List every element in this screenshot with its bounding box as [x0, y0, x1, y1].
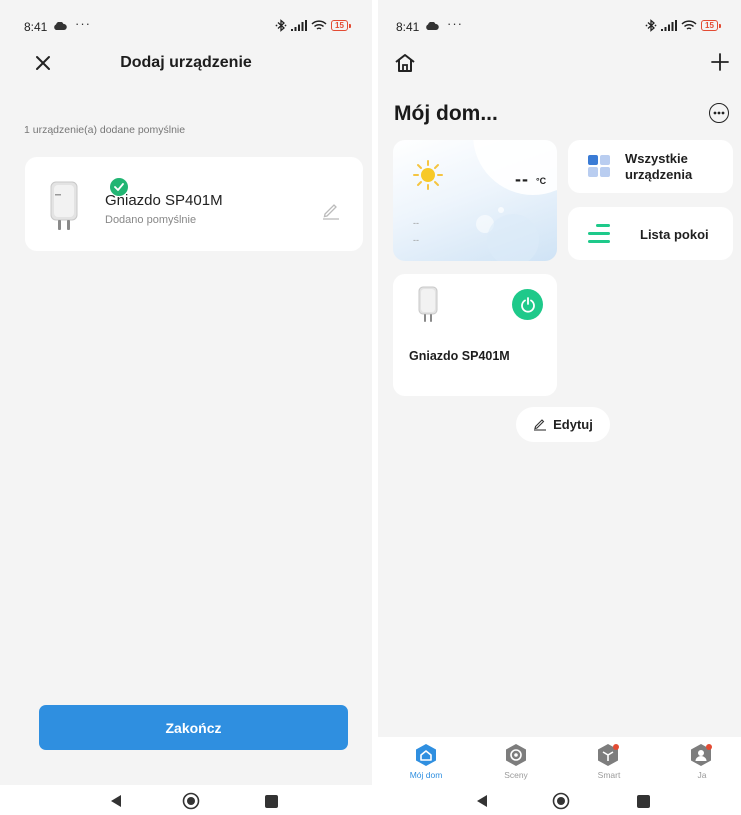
home-screen: 8:41 ··· 15 Mój dom... -- °C -- -- Wszys… [378, 0, 741, 785]
smart-tab-icon [598, 744, 619, 766]
battery-icon: 15 [701, 20, 721, 31]
edit-pencil-icon[interactable] [321, 202, 341, 220]
edit-pencil-icon [534, 419, 547, 431]
smart-plug-icon [418, 286, 438, 322]
add-device-screen: 8:41 ··· 15 Dodaj urządzenie 1 urządzeni… [0, 0, 372, 785]
grid-icon [588, 155, 610, 177]
back-icon[interactable] [106, 791, 126, 811]
cloud-icon [426, 22, 439, 30]
device-name: Gniazdo SP401M [409, 349, 510, 363]
add-button[interactable] [710, 52, 730, 72]
device-status: Dodano pomyślnie [105, 214, 197, 226]
edit-button[interactable]: Edytuj [516, 407, 610, 442]
tab-label: Sceny [504, 770, 528, 780]
tab-scenes[interactable]: Sceny [486, 741, 546, 780]
weather-line-1: -- [413, 218, 419, 228]
room-list-tile[interactable]: Lista pokoi [568, 207, 733, 260]
device-name: Gniazdo SP401M [105, 192, 223, 209]
all-devices-tile[interactable]: Wszystkie urządzenia [568, 140, 733, 193]
home-nav-icon[interactable] [181, 791, 201, 811]
tab-label: Ja [697, 770, 707, 780]
temperature-value: -- [515, 169, 529, 189]
profile-tab-icon [691, 744, 712, 766]
success-message: 1 urządzenie(a) dodane pomyślnie [24, 124, 186, 136]
home-title[interactable]: Mój dom... [394, 102, 498, 126]
bluetooth-icon [275, 19, 287, 32]
weather-card[interactable]: -- °C -- -- [393, 140, 557, 261]
status-right-icons: 15 [275, 19, 351, 32]
list-icon [588, 224, 610, 243]
status-bar: 8:41 ··· 15 [378, 0, 741, 44]
battery-level: 15 [701, 20, 718, 31]
scenes-tab-icon [506, 744, 526, 766]
wifi-icon [311, 19, 327, 30]
all-devices-label: Wszystkie urządzenia [625, 151, 693, 182]
status-more-dots: ··· [447, 16, 463, 31]
status-more-dots: ··· [75, 16, 91, 31]
tab-my-home[interactable]: Mój dom [396, 741, 456, 780]
bottom-tab-bar: Mój dom Sceny Smart Ja [378, 737, 741, 785]
more-dots-icon [713, 111, 725, 115]
room-list-label: Lista pokoi [640, 227, 709, 242]
tab-smart[interactable]: Smart [579, 741, 639, 780]
system-nav-bar-right [378, 785, 741, 815]
home-tab-icon [416, 744, 436, 766]
temperature-unit: °C [536, 176, 547, 186]
smart-plug-icon [50, 181, 78, 230]
system-nav-bar-left [0, 785, 372, 815]
battery-level: 15 [331, 20, 348, 31]
page-title: Dodaj urządzenie [120, 54, 252, 71]
power-toggle-button[interactable] [512, 289, 543, 320]
recents-icon[interactable] [633, 791, 653, 811]
device-card[interactable]: Gniazdo SP401M [393, 274, 557, 396]
home-icon[interactable] [394, 53, 416, 73]
signal-icon [291, 20, 307, 31]
home-nav-icon[interactable] [551, 791, 571, 811]
tab-me[interactable]: Ja [672, 741, 732, 780]
back-icon[interactable] [472, 791, 492, 811]
signal-icon [661, 20, 677, 31]
weather-line-2: -- [413, 235, 419, 245]
cloud-icon [54, 22, 67, 30]
bluetooth-icon [645, 19, 657, 32]
status-bar: 8:41 ··· 15 [0, 0, 372, 44]
tab-label: Mój dom [409, 770, 443, 780]
sun-icon [413, 160, 443, 190]
recents-icon[interactable] [261, 791, 281, 811]
more-options-button[interactable] [709, 103, 729, 123]
edit-button-label: Edytuj [553, 417, 593, 432]
power-icon [520, 296, 535, 313]
finish-button[interactable]: Zakończ [39, 705, 348, 750]
added-device-card[interactable]: Gniazdo SP401M Dodano pomyślnie [25, 157, 363, 251]
tab-label: Smart [597, 770, 621, 780]
wifi-icon [681, 19, 697, 30]
status-time: 8:41 [24, 20, 48, 34]
battery-icon: 15 [331, 20, 351, 31]
status-time: 8:41 [396, 20, 420, 34]
status-right-icons: 15 [645, 19, 721, 32]
